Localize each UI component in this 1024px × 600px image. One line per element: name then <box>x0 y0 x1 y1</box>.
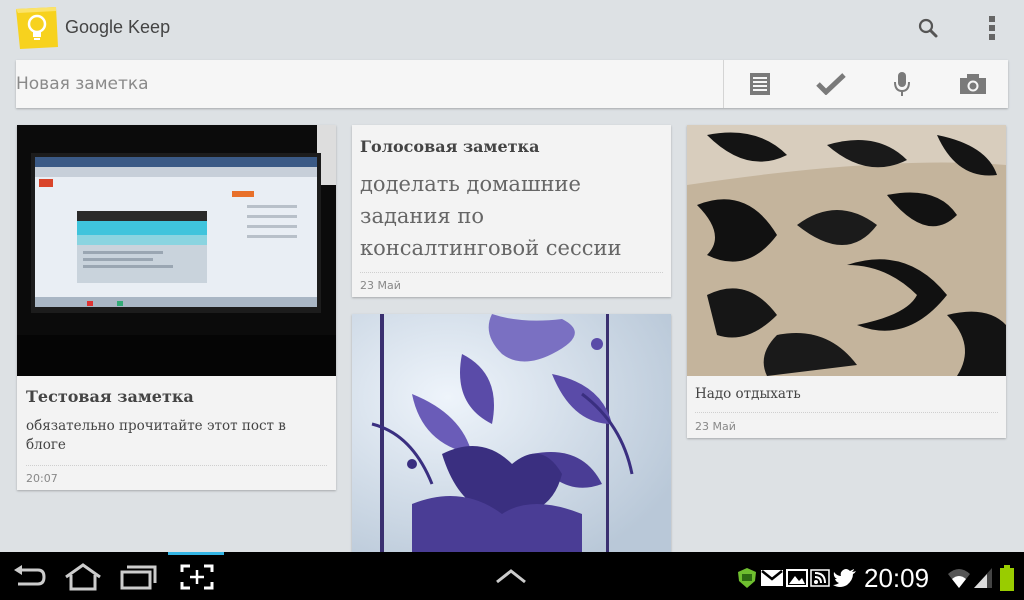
image-notification-icon <box>786 569 808 587</box>
note-date: 23 Май <box>360 279 401 292</box>
wifi-icon <box>946 566 972 590</box>
divider <box>723 60 724 108</box>
app-drawer-button[interactable] <box>494 566 528 586</box>
note-title: Голосовая заметка <box>360 137 540 156</box>
note-divider <box>695 412 998 413</box>
new-note-input[interactable] <box>16 60 716 108</box>
note-date: 23 Май <box>695 420 736 433</box>
battery-icon <box>998 564 1016 592</box>
chevron-up-icon <box>496 569 526 584</box>
note-title: Тестовая заметка <box>26 387 194 406</box>
note-card[interactable]: Голосовая заметка доделать домашние зада… <box>352 125 671 297</box>
search-button[interactable] <box>912 12 944 44</box>
camera-icon <box>960 74 986 94</box>
note-photo <box>17 125 336 376</box>
note-photo <box>352 314 671 552</box>
app-bar: Google Keep <box>0 0 1024 56</box>
note-card[interactable] <box>352 314 671 552</box>
note-body: обязательно прочитайте этот пост в блоге <box>26 418 286 453</box>
back-button[interactable] <box>8 562 48 592</box>
home-button[interactable] <box>62 561 104 593</box>
search-icon <box>918 18 938 38</box>
twitter-icon <box>833 568 857 588</box>
note-divider <box>26 465 327 466</box>
note-card[interactable]: Тестовая заметка обязательно прочитайте … <box>17 125 336 490</box>
new-note-bar <box>16 60 1008 108</box>
recent-apps-icon <box>120 565 157 590</box>
active-indicator <box>168 552 224 555</box>
checkmark-icon <box>816 73 846 95</box>
new-checklist-button[interactable] <box>813 68 849 100</box>
note-body: Надо отдыхать <box>695 386 801 402</box>
gmail-icon <box>760 569 784 587</box>
home-icon <box>65 563 101 591</box>
note-body: доделать домашние задания по консалтинго… <box>360 172 622 260</box>
system-bar: 20:09 <box>0 552 1024 600</box>
security-notification-icon <box>736 567 758 589</box>
new-photo-note-button[interactable] <box>955 68 991 100</box>
note-lines-icon <box>750 73 770 95</box>
keep-logo-icon <box>16 7 58 49</box>
more-vertical-icon <box>989 16 995 40</box>
rss-icon <box>810 569 830 587</box>
app-title: Google Keep <box>65 17 171 37</box>
screenshot-button[interactable] <box>176 562 218 592</box>
overflow-menu-button[interactable] <box>976 12 1008 44</box>
note-photo <box>687 125 1006 376</box>
new-text-note-button[interactable] <box>742 68 778 100</box>
recent-apps-button[interactable] <box>118 562 158 592</box>
status-clock: 20:09 <box>864 563 930 593</box>
screenshot-icon <box>180 564 214 590</box>
note-divider <box>360 272 663 273</box>
note-card[interactable]: Надо отдыхать 23 Май <box>687 125 1006 438</box>
signal-strength-icon <box>972 566 994 590</box>
note-date: 20:07 <box>26 472 58 485</box>
back-icon <box>14 565 46 586</box>
microphone-icon <box>894 72 910 96</box>
new-voice-note-button[interactable] <box>884 68 920 100</box>
